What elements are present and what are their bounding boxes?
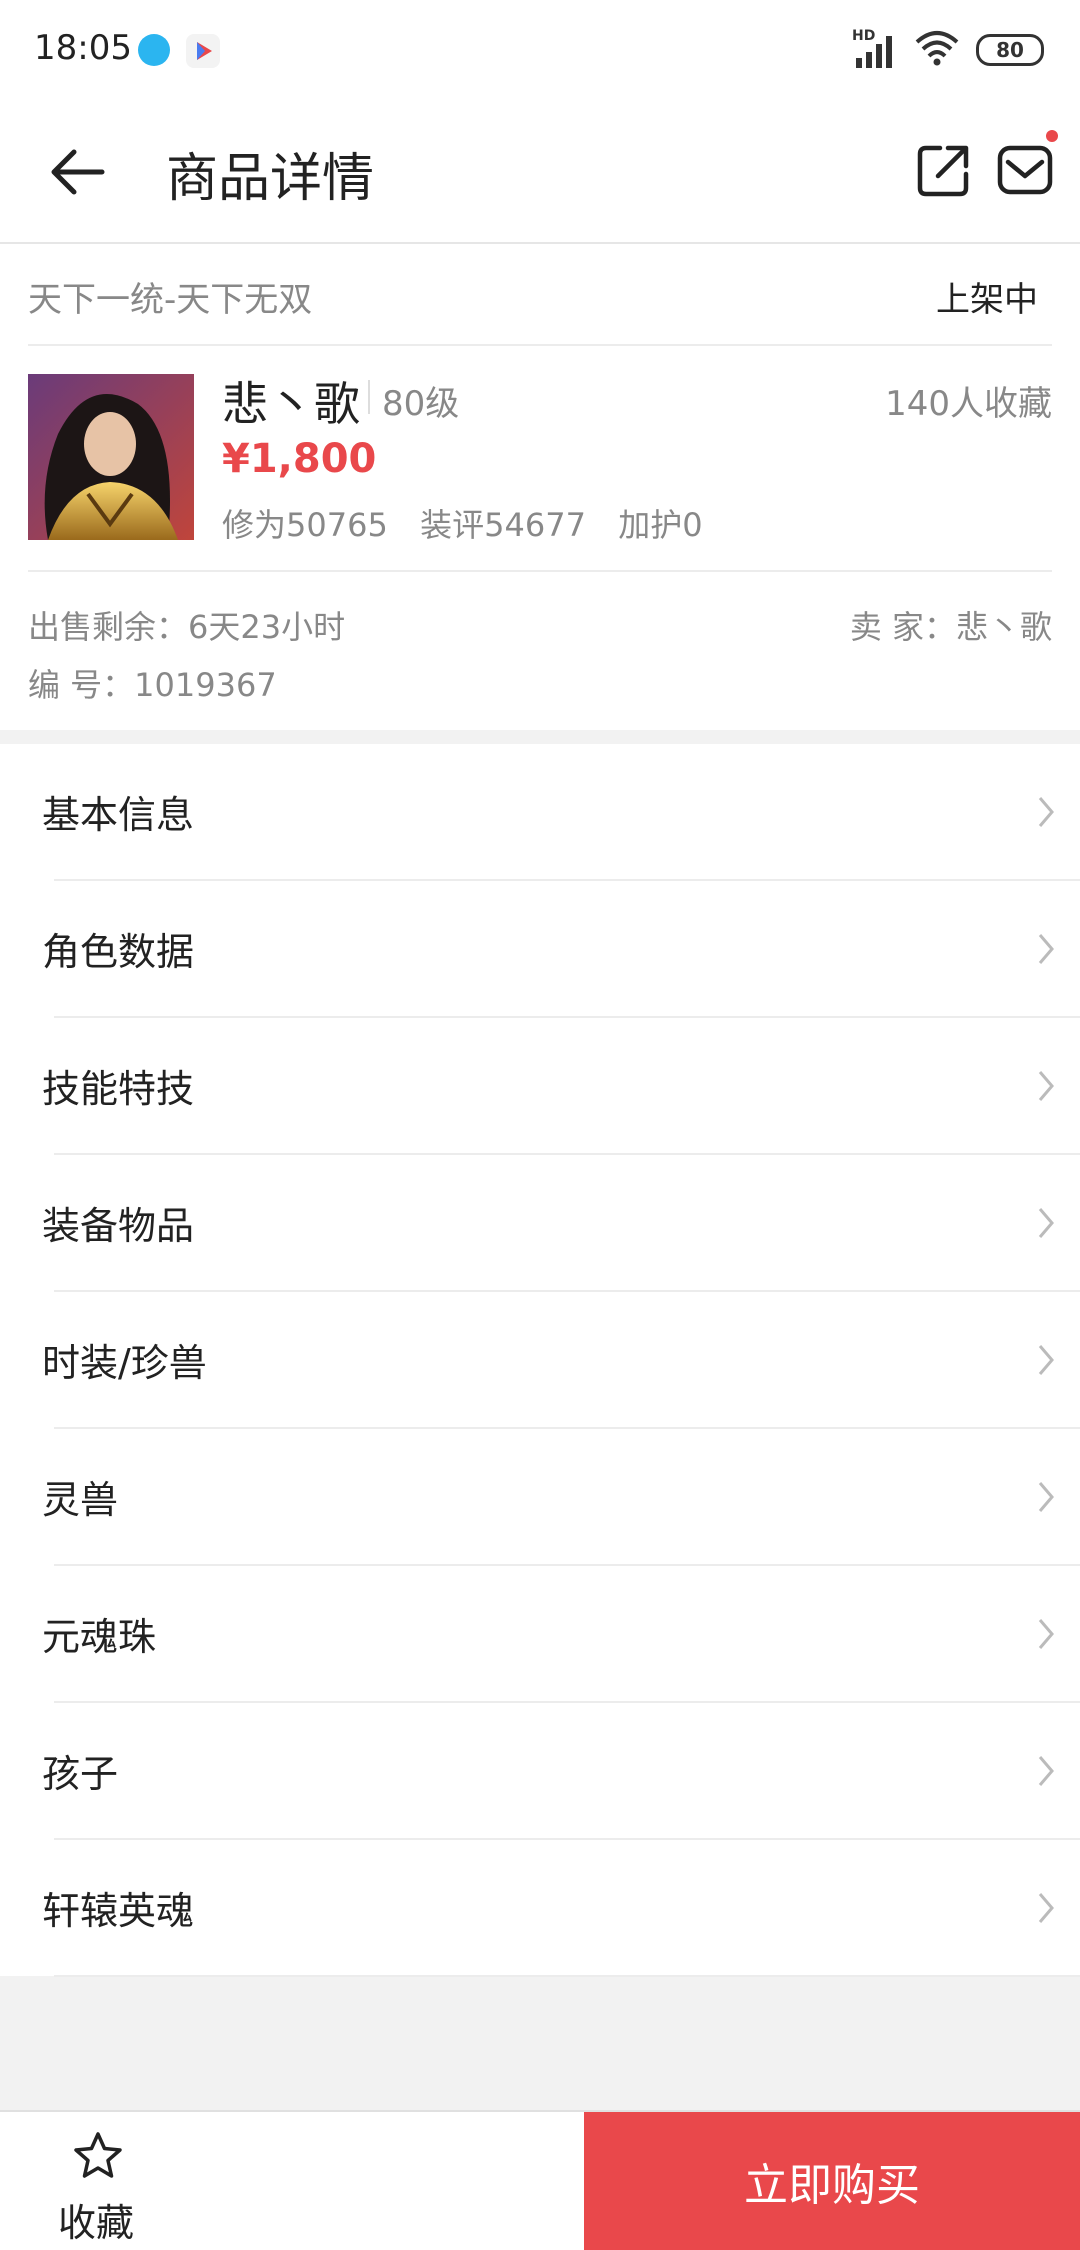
menu-item-label: 角色数据 xyxy=(42,930,195,974)
share-button[interactable] xyxy=(914,140,974,200)
menu-item-xuanyuan-soul[interactable]: 轩辕英魂 xyxy=(0,1840,1080,1977)
price: ¥1,800 xyxy=(222,436,377,482)
chevron-right-icon xyxy=(1038,797,1054,827)
play-app-icon xyxy=(186,34,220,68)
menu-item-label: 元魂珠 xyxy=(42,1615,157,1659)
page-title: 商品详情 xyxy=(166,149,375,209)
role-name: 悲丶歌 xyxy=(222,377,360,431)
chevron-right-icon xyxy=(1038,1482,1054,1512)
chevron-right-icon xyxy=(1038,1893,1054,1923)
character-avatar[interactable] xyxy=(28,374,194,540)
menu-item-children[interactable]: 孩子 xyxy=(0,1703,1080,1840)
listing-status: 上架中 xyxy=(936,280,1038,320)
bottom-action-bar: 收藏 立即购买 xyxy=(0,2110,1080,2250)
item-info-card: 天下一统-天下无双 上架中 悲丶歌 80级 140人收藏 ¥1,800 修为50… xyxy=(0,244,1080,730)
status-bar: 18:05 HD 80 xyxy=(0,0,1080,100)
battery-icon: 80 xyxy=(976,34,1044,66)
favorite-label: 收藏 xyxy=(57,2201,134,2245)
star-icon xyxy=(74,2132,122,2178)
share-icon xyxy=(917,145,969,197)
level-divider xyxy=(368,380,370,414)
chevron-right-icon xyxy=(1038,934,1054,964)
menu-item-label: 轩辕英魂 xyxy=(42,1889,195,1933)
menu-item-skills[interactable]: 技能特技 xyxy=(0,1018,1080,1155)
sale-remaining-time: 出售剩余：6天23小时 xyxy=(28,608,346,646)
favorite-button[interactable]: 收藏 xyxy=(0,2112,192,2250)
role-level: 80级 xyxy=(382,384,460,424)
menu-item-equipment[interactable]: 装备物品 xyxy=(0,1155,1080,1292)
buy-now-button[interactable]: 立即购买 xyxy=(584,2112,1080,2250)
mail-icon xyxy=(997,145,1053,195)
server-name: 天下一统-天下无双 xyxy=(28,280,313,320)
hd-label: HD xyxy=(852,28,876,44)
menu-item-label: 时装/珍兽 xyxy=(42,1341,207,1385)
menu-item-basic-info[interactable]: 基本信息 xyxy=(0,744,1080,881)
chevron-right-icon xyxy=(1038,1756,1054,1786)
signal-icon: HD xyxy=(852,28,898,70)
menu-item-spirit-beast[interactable]: 灵兽 xyxy=(0,1429,1080,1566)
divider xyxy=(54,1975,1080,1977)
item-serial-number: 编 号：1019367 xyxy=(28,666,277,704)
app-header: 商品详情 xyxy=(0,100,1080,244)
app-notification-icon xyxy=(138,34,170,66)
wifi-icon xyxy=(914,28,960,72)
divider xyxy=(28,570,1052,572)
menu-item-label: 技能特技 xyxy=(42,1067,195,1111)
message-button[interactable] xyxy=(994,140,1060,202)
status-time: 18:05 xyxy=(34,28,132,68)
menu-item-label: 基本信息 xyxy=(42,793,195,837)
favorite-count: 140人收藏 xyxy=(885,384,1052,424)
back-button[interactable] xyxy=(44,142,114,202)
back-arrow-icon xyxy=(51,149,105,195)
detail-menu-list: 基本信息 角色数据 技能特技 装备物品 时装/珍兽 灵兽 元魂珠 孩子 轩辕英魂 xyxy=(0,744,1080,1977)
unread-dot xyxy=(1046,130,1058,142)
chevron-right-icon xyxy=(1038,1619,1054,1649)
menu-item-label: 装备物品 xyxy=(42,1204,195,1248)
role-stats: 修为50765 装评54677 加护0 xyxy=(222,506,703,544)
menu-item-fashion-pets[interactable]: 时装/珍兽 xyxy=(0,1292,1080,1429)
menu-item-role-data[interactable]: 角色数据 xyxy=(0,881,1080,1018)
menu-item-label: 灵兽 xyxy=(42,1478,119,1522)
chevron-right-icon xyxy=(1038,1208,1054,1238)
menu-item-label: 孩子 xyxy=(42,1752,119,1796)
menu-item-soul-orb[interactable]: 元魂珠 xyxy=(0,1566,1080,1703)
server-row: 天下一统-天下无双 上架中 xyxy=(28,244,1052,346)
seller-name: 卖 家：悲丶歌 xyxy=(849,608,1052,646)
chevron-right-icon xyxy=(1038,1071,1054,1101)
chevron-right-icon xyxy=(1038,1345,1054,1375)
